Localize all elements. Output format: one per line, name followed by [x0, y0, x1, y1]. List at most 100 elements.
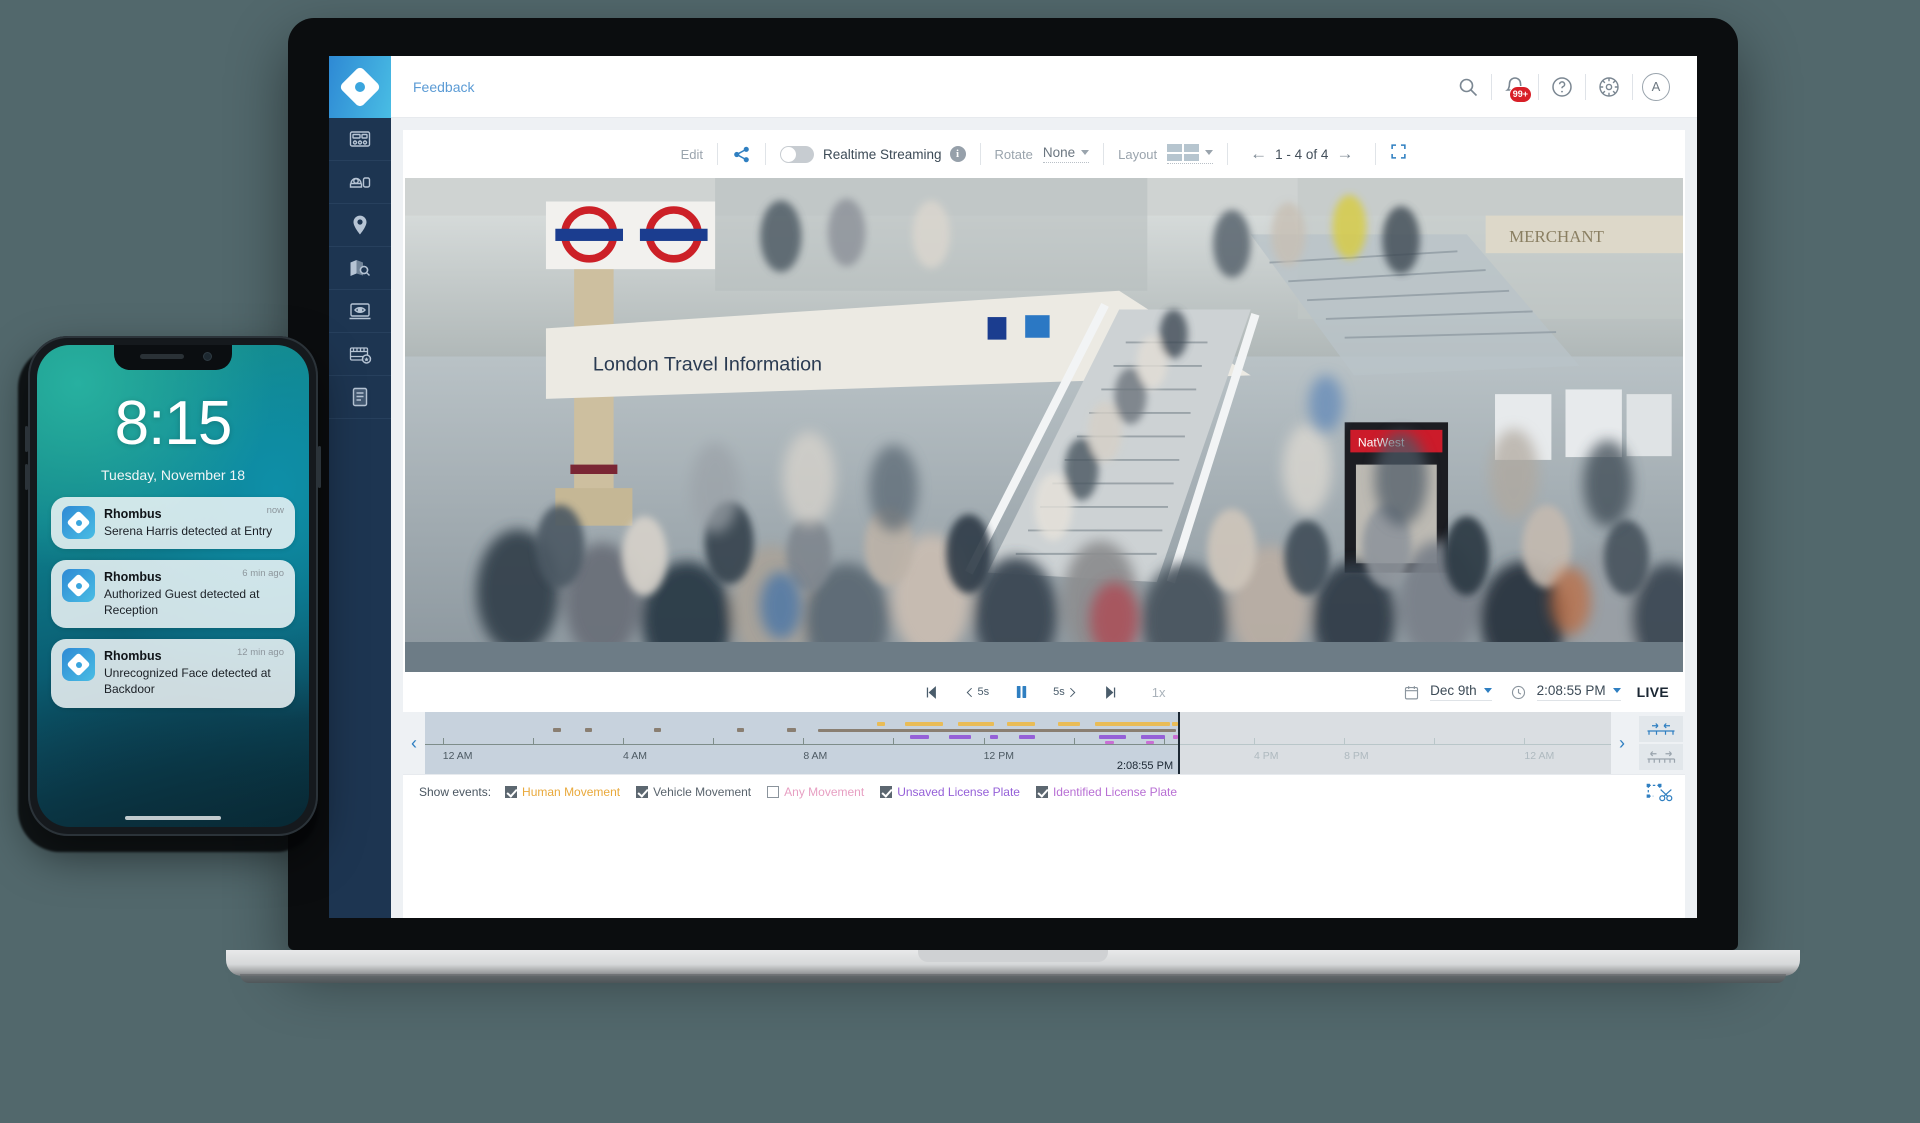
filter-label: Identified License Plate [1052, 784, 1178, 799]
phone-lock-screen[interactable]: 8:15 Tuesday, November 18 Rhombus Serena… [37, 345, 309, 827]
svg-text:London Travel Information: London Travel Information [593, 354, 822, 376]
dashboard-icon [348, 127, 372, 151]
playback-speed[interactable]: 1x [1152, 685, 1166, 700]
layout-label: Layout [1118, 146, 1158, 162]
rotate-label: Rotate [994, 146, 1033, 162]
info-icon[interactable]: i [949, 146, 966, 162]
notification-time: now [266, 505, 284, 516]
timeline: ‹ 12 AM 4 AM 8 AM 12 PM 4 PM 8 PM 12 AM … [403, 712, 1685, 774]
forward-5s-button[interactable]: 5s [1053, 686, 1079, 699]
divider [716, 143, 718, 165]
rhombus-app-icon [62, 648, 95, 682]
rewind-5s-button[interactable]: 5s [964, 686, 990, 699]
realtime-streaming-toggle[interactable] [779, 145, 814, 163]
list-item[interactable]: Rhombus Unrecognized Face detected at Ba… [51, 639, 295, 708]
laptop-foot [240, 974, 1786, 983]
share-icon[interactable] [732, 145, 751, 164]
home-indicator[interactable] [125, 816, 221, 820]
map-pin-icon [348, 213, 372, 237]
checkbox-icon[interactable] [636, 785, 649, 798]
timeline-next-button[interactable]: › [1611, 712, 1633, 774]
forward-label: 5s [1053, 686, 1065, 698]
pause-icon[interactable] [1013, 683, 1029, 701]
sidebar-item-floorplan[interactable] [329, 247, 391, 290]
live-button[interactable]: LIVE [1637, 684, 1669, 700]
video-toolbar: Edit Realtime Streaming i Rotate None La… [403, 130, 1685, 178]
event-bar-unsaved-plate [910, 735, 930, 739]
speaker-icon [140, 354, 184, 359]
video-scene: MERCHANT London Travel Information NatWe… [405, 178, 1683, 643]
edit-button[interactable]: Edit [681, 147, 703, 162]
event-bar-unsaved-plate [949, 735, 971, 739]
feedback-link[interactable]: Feedback [413, 79, 474, 95]
map-search-icon [348, 256, 372, 280]
zoom-out-timeline-icon [1647, 750, 1676, 763]
phone-device: 8:15 Tuesday, November 18 Rhombus Serena… [18, 336, 330, 852]
chevron-down-icon [1483, 688, 1492, 693]
event-bar-human [1058, 722, 1080, 726]
divider [1375, 143, 1377, 165]
scissors-clip-icon[interactable] [1645, 781, 1673, 803]
rhombus-logo[interactable] [329, 56, 391, 118]
filter-human-movement[interactable]: Human Movement [505, 785, 620, 799]
rewind-label: 5s [977, 686, 990, 698]
event-bar-human [905, 722, 944, 726]
monitor-eye-icon [348, 299, 372, 323]
event-bar-unsaved-plate [1141, 735, 1166, 739]
timeline-playhead[interactable] [1178, 712, 1181, 774]
arrow-right-icon[interactable]: → [1328, 144, 1361, 164]
help-icon[interactable] [1539, 67, 1585, 107]
skip-to-end-icon[interactable] [1103, 684, 1120, 701]
timeline-track[interactable]: 12 AM 4 AM 8 AM 12 PM 4 PM 8 PM 12 AM 2:… [425, 712, 1611, 774]
sidebar-item-locations[interactable] [329, 204, 391, 247]
sidebar-item-dashboard[interactable] [329, 118, 391, 161]
checkbox-icon[interactable] [767, 785, 780, 798]
filter-identified-license-plate[interactable]: Identified License Plate [1035, 784, 1178, 799]
chevron-down-icon [1081, 150, 1090, 155]
timeline-axis-future [1178, 744, 1611, 745]
search-icon[interactable] [1445, 67, 1491, 107]
phone-power-button[interactable] [318, 446, 321, 488]
timeline-prev-button[interactable]: ‹ [403, 712, 425, 774]
time-picker[interactable]: 2:08:55 PM [1536, 683, 1621, 701]
clock-icon [1510, 684, 1527, 701]
phone-volume-up-button[interactable] [25, 426, 28, 452]
checkbox-icon[interactable] [1035, 785, 1048, 798]
checkbox-icon[interactable] [880, 785, 893, 798]
video-feed[interactable]: MERCHANT London Travel Information NatWe… [405, 178, 1683, 672]
date-picker[interactable]: Dec 9th [1430, 683, 1492, 701]
rotate-dropdown[interactable]: None [1042, 145, 1090, 163]
layout-dropdown[interactable] [1167, 144, 1214, 164]
sidebar-item-media[interactable] [329, 290, 391, 333]
sidebar-item-clips[interactable] [329, 333, 391, 376]
checkbox-icon[interactable] [505, 785, 518, 798]
fullscreen-icon[interactable] [1390, 143, 1407, 165]
playhead-time-label: 2:08:55 PM [1116, 760, 1174, 772]
filter-label: Human Movement [522, 784, 621, 799]
filter-vehicle-movement[interactable]: Vehicle Movement [636, 785, 751, 799]
arrow-left-icon[interactable]: ← [1242, 144, 1275, 164]
laptop-lid: Feedback 99+ A Edit Realtime Streaming i… [288, 18, 1738, 950]
list-item[interactable]: Rhombus Serena Harris detected at Entry … [51, 497, 295, 550]
list-item[interactable]: Rhombus Authorized Guest detected at Rec… [51, 560, 295, 629]
video-panel: Edit Realtime Streaming i Rotate None La… [403, 130, 1685, 918]
rotate-value: None [1042, 145, 1076, 160]
event-bar-identified-plate [1104, 741, 1115, 744]
sidebar-item-reports[interactable] [329, 376, 391, 419]
filter-unsaved-license-plate[interactable]: Unsaved License Plate [880, 785, 1020, 799]
gear-icon[interactable] [1586, 67, 1632, 107]
skip-to-start-icon[interactable] [923, 684, 940, 701]
timeline-tick-label: 4 PM [1254, 750, 1279, 762]
timeline-zoom-out-button[interactable] [1639, 744, 1683, 770]
timeline-tick-label: 12 AM [1524, 750, 1555, 762]
event-bar-vehicle [736, 728, 745, 732]
timeline-zoom-in-button[interactable] [1639, 716, 1683, 742]
filter-any-movement[interactable]: Any Movement [767, 785, 864, 799]
rhombus-web-app: Feedback 99+ A Edit Realtime Streaming i… [329, 56, 1697, 918]
timeline-tick-label: 4 AM [623, 750, 647, 762]
sidebar-item-cameras[interactable] [329, 161, 391, 204]
avatar[interactable]: A [1633, 67, 1679, 107]
bell-icon[interactable]: 99+ [1492, 67, 1538, 107]
phone-volume-down-button[interactable] [25, 464, 28, 490]
event-bar-vehicle [653, 728, 661, 732]
